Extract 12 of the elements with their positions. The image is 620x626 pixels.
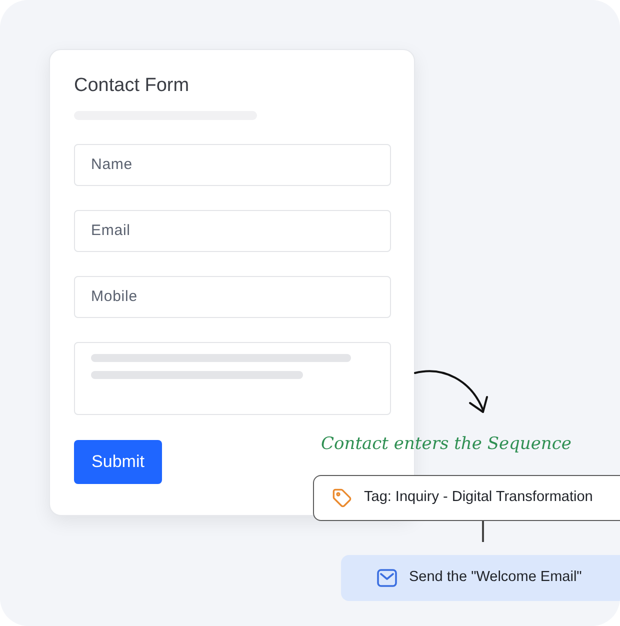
connector-line [482,520,484,542]
text-field[interactable]: Email [74,210,391,252]
message-field[interactable] [74,342,391,415]
tag-icon [332,488,352,508]
text-field[interactable]: Name [74,144,391,186]
step-label: Send the "Welcome Email" [409,568,582,588]
text-field[interactable]: Mobile [74,276,391,318]
form-title: Contact Form [74,74,190,98]
submit-button[interactable]: Submit [74,440,162,484]
annotation-text: Contact enters the Sequence [321,433,572,456]
mail-icon [377,569,397,587]
step-label: Tag: Inquiry - Digital Transformation [364,488,593,508]
